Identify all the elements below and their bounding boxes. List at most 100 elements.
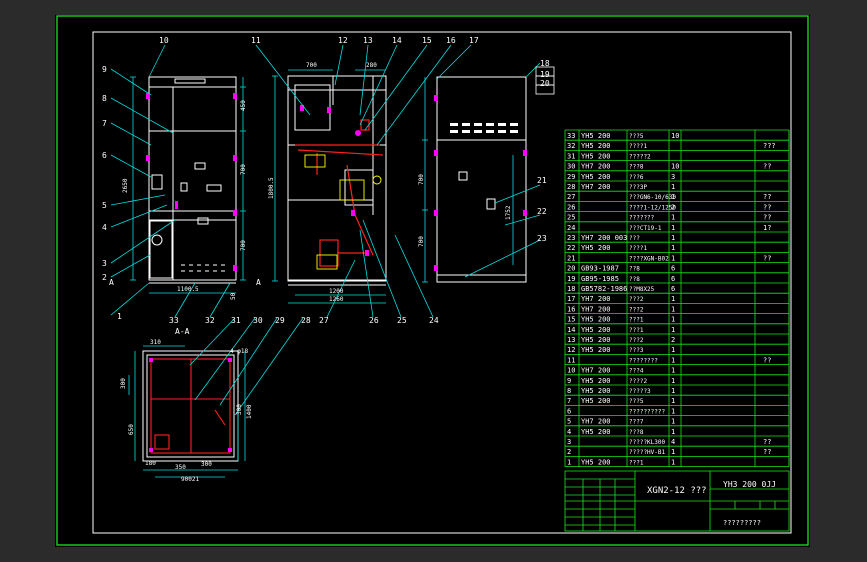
dim-plan-h2: 650 [128, 424, 135, 435]
leader-16: 16 [446, 36, 456, 45]
bom-cell-name: ???8 [629, 164, 644, 171]
leader-18: 18 [540, 59, 550, 68]
leader-4: 4 [102, 223, 107, 232]
leader-5: 5 [102, 201, 107, 210]
bom-cell-code: YH7 200 [581, 367, 611, 375]
bom-cell-no: 11 [567, 356, 575, 364]
bom-cell-code: YH5 200 [581, 132, 611, 140]
bom-cell-name: ???GN6-10/630 [629, 194, 676, 201]
bom-cell-qty: 3 [671, 173, 675, 181]
title-text: XGN2-12 ??? YH3 200 0JJ ????????? [647, 480, 776, 527]
leader-23: 23 [537, 234, 547, 243]
bom-cell-no: 29 [567, 173, 575, 181]
bom-cell-qty: 4 [671, 438, 675, 446]
dim-plan-right: 1400 [246, 404, 253, 419]
bom-cell-no: 27 [567, 193, 575, 201]
bom-cell-name: ??8 [629, 266, 640, 273]
bom-cell-no: 18 [567, 285, 575, 293]
bom-cell-name: ??????? [629, 215, 655, 222]
bom-cell-qty: 1 [671, 295, 675, 303]
bom-cell-qty: 1 [671, 407, 675, 415]
dim-plan-w4: 90021 [181, 476, 199, 483]
bom-cell-name: ???3P [629, 184, 647, 191]
dim-plan-h1: 300 [120, 378, 127, 389]
dim-plan-w2: 350 [175, 464, 186, 471]
dim-side-top2: 280 [366, 62, 377, 69]
bom-cell-no: 16 [567, 305, 575, 313]
bom-cell-qty: 1 [671, 367, 675, 375]
bom-cell-code: YH5 200 [581, 458, 611, 466]
leader-29: 29 [275, 316, 285, 325]
bom-cell-name: ???6 [629, 174, 644, 181]
bom-cell-code: YH5 200 [581, 173, 611, 181]
bom-cell-code: YH5 200 [581, 428, 611, 436]
bom-cell-note: ?? [763, 203, 771, 211]
bom-cell-name: ?????3 [629, 388, 651, 395]
rear-vents [450, 123, 518, 133]
bom-cell-code: YH5 200 [581, 152, 611, 160]
dim-plan-small: 180 [145, 460, 156, 467]
bom-cell-note: ?? [763, 448, 771, 456]
bom-cell-name: ???????? [629, 357, 658, 364]
bom-cell-name: ???5 [629, 133, 644, 140]
leader-8: 8 [102, 94, 107, 103]
leader-14: 14 [392, 36, 402, 45]
bom-cell-no: 5 [567, 418, 571, 426]
bom-cell-code: YH5 200 [581, 326, 611, 334]
bom-cell-no: 17 [567, 295, 575, 303]
bom-cell-no: 8 [567, 387, 571, 395]
bom-cell-code: YH5 200 [581, 346, 611, 354]
bom-cell-name: ??8 [629, 276, 640, 283]
leader-24: 24 [429, 316, 439, 325]
bom-cell-code: GB95-1985 [581, 275, 619, 283]
bom-cell-qty: 6 [671, 285, 675, 293]
bom-cell-qty: 2 [671, 336, 675, 344]
bom-cell-qty: 1 [671, 193, 675, 201]
bom-cell-note: ??? [763, 142, 776, 150]
side-magenta-parts [300, 105, 369, 256]
leader-13: 13 [363, 36, 373, 45]
bom-cell-no: 33 [567, 132, 575, 140]
dim-front-h1: 450 [240, 100, 247, 111]
bom-cell-qty: 1 [671, 234, 675, 242]
bom-cell-qty: 1 [671, 326, 675, 334]
bom-cell-no: 31 [567, 152, 575, 160]
bom-cell-name: ???1 [629, 327, 644, 334]
dim-side-b2: 1260 [329, 296, 344, 303]
plan-channels [150, 358, 231, 454]
bom-cell-code: YH7 200 [581, 305, 611, 313]
view-mark-a-right: A [256, 278, 261, 287]
leader-22: 22 [537, 207, 547, 216]
bom-cell-name: ???1 [629, 317, 644, 324]
bom-cell-qty: 1 [671, 183, 675, 191]
leader-1: 1 [117, 312, 122, 321]
dim-front-left: 2650 [122, 178, 129, 193]
bom-cell-qty: 1 [671, 448, 675, 456]
bom-cell-qty: 1 [671, 254, 675, 262]
drawing-footer: ????????? [723, 519, 761, 527]
bom-cell-name: ??? [629, 235, 640, 242]
dim-side-top: 700 [306, 62, 317, 69]
bom-cell-qty: 10 [671, 132, 679, 140]
dim-front-h3: 700 [240, 240, 247, 251]
bom-cell-no: 10 [567, 367, 575, 375]
bom-cell-name: ??M8X25 [629, 286, 655, 293]
bom-cell-name: ?????????? [629, 408, 666, 415]
bom-cell-name: ???CT19-1 [629, 225, 662, 232]
bom-cell-qty: 1 [671, 428, 675, 436]
side-busbars [295, 119, 384, 267]
bom-cell-no: 12 [567, 346, 575, 354]
bom-cell-name: ???2 [629, 337, 644, 344]
front-dims [130, 76, 246, 294]
bom-cell-name: ????1 [629, 143, 647, 150]
bom-cell-name: ????1 [629, 245, 647, 252]
leader-6: 6 [102, 151, 107, 160]
bom-cell-code: GB93-1987 [581, 265, 619, 273]
bom-cell-no: 6 [567, 407, 571, 415]
bom-cell-code: YH5 200 [581, 387, 611, 395]
leader-21: 21 [537, 176, 547, 185]
bom-cell-no: 1 [567, 458, 571, 466]
leader-12: 12 [338, 36, 348, 45]
bom-cell-no: 4 [567, 428, 571, 436]
bom-cell-code: YH5 200 [581, 336, 611, 344]
